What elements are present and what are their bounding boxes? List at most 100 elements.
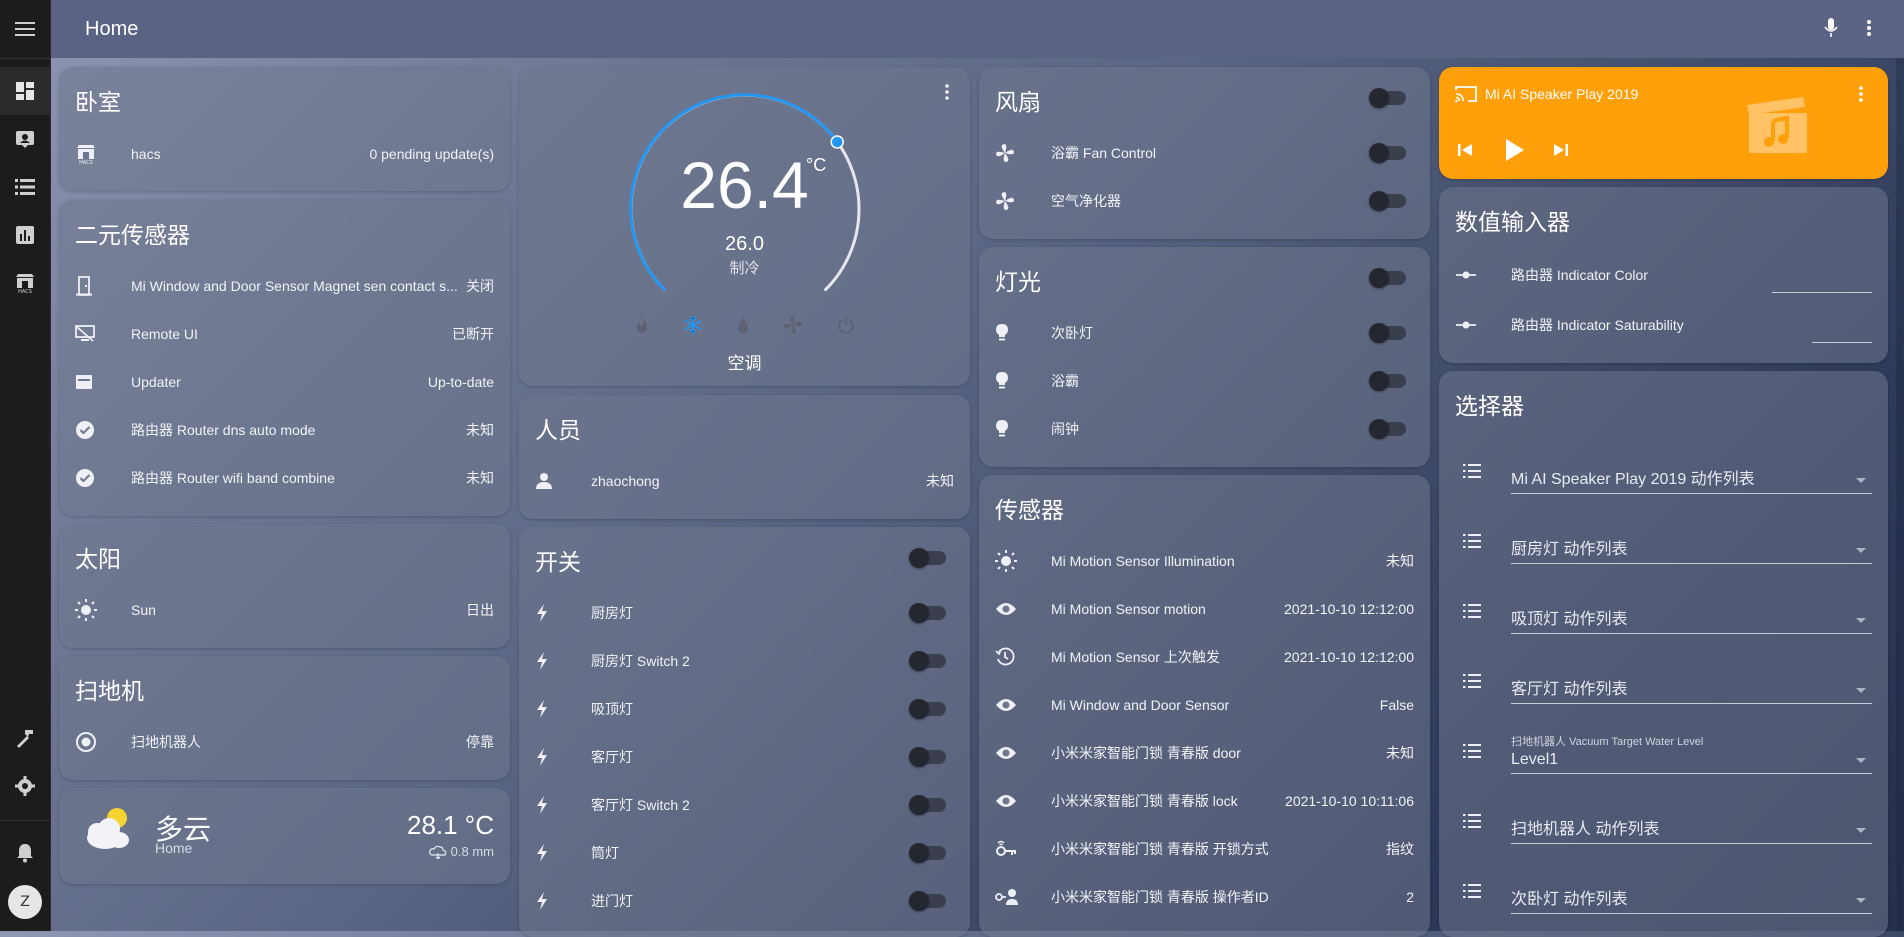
entity-row[interactable]: Updater Up-to-date	[59, 362, 510, 402]
switch-toggle[interactable]	[909, 747, 946, 767]
sidebar-item-logbook[interactable]	[0, 163, 50, 211]
fan-toggle[interactable]	[1369, 143, 1406, 163]
svg-text:HACS: HACS	[79, 160, 93, 165]
light-row[interactable]: 次卧灯	[979, 313, 1430, 353]
fan-row[interactable]: 空气净化器	[979, 181, 1430, 221]
format-list-icon	[1463, 534, 1481, 548]
select-dropdown[interactable]: 客厅灯 动作列表	[1511, 671, 1872, 704]
power-icon[interactable]	[837, 316, 855, 334]
fan-icon[interactable]	[783, 315, 803, 335]
snowflake-icon[interactable]	[683, 315, 703, 335]
entity-row[interactable]: Mi Window and Door Sensor False	[979, 685, 1430, 725]
fan-row[interactable]: 浴霸 Fan Control	[979, 133, 1430, 173]
fan-toggle[interactable]	[1369, 191, 1406, 211]
select-value: Mi AI Speaker Play 2019 动作列表	[1511, 471, 1755, 488]
entity-name: Mi Window and Door Sensor	[1051, 697, 1230, 713]
select-dropdown[interactable]: 厨房灯 动作列表	[1511, 531, 1872, 564]
avatar[interactable]: Z	[8, 885, 42, 919]
entity-row[interactable]: 小米米家智能门锁 青春版 door 未知	[979, 733, 1430, 773]
flash-icon	[537, 652, 547, 670]
sidebar-item-history[interactable]	[0, 211, 50, 259]
select-value: 客厅灯 动作列表	[1511, 681, 1628, 698]
number-input-field[interactable]	[1772, 272, 1872, 293]
select-dropdown[interactable]: 次卧灯 动作列表	[1511, 881, 1872, 914]
microphone-icon[interactable]	[1824, 18, 1838, 38]
entity-row[interactable]: Mi Motion Sensor 上次触发 2021-10-10 12:12:00	[979, 637, 1430, 677]
entity-row[interactable]: 路由器 Router wifi band combine 未知	[59, 458, 510, 498]
skip-previous-icon[interactable]	[1457, 142, 1473, 158]
number-input-field[interactable]	[1812, 322, 1872, 343]
switch-row[interactable]: 厨房灯 Switch 2	[519, 641, 970, 681]
switch-toggle[interactable]	[909, 651, 946, 671]
flash-icon	[537, 796, 547, 814]
group-toggle[interactable]	[909, 548, 946, 568]
select-dropdown[interactable]: 扫地机器人 动作列表	[1511, 811, 1872, 844]
switch-toggle[interactable]	[909, 891, 946, 911]
switch-row[interactable]: 客厅灯 Switch 2	[519, 785, 970, 825]
entity-row[interactable]: Mi Motion Sensor motion 2021-10-10 12:12:…	[979, 589, 1430, 629]
switch-toggle[interactable]	[909, 843, 946, 863]
light-toggle[interactable]	[1369, 371, 1406, 391]
card-weather[interactable]: 多云 Home 28.1 °C 0.8 mm	[59, 788, 510, 884]
entity-name: Mi Window and Door Sensor Magnet sen con…	[131, 278, 458, 294]
more-vert-icon[interactable]	[1858, 85, 1864, 103]
group-toggle[interactable]	[1369, 268, 1406, 288]
entity-value: 指纹	[1386, 841, 1414, 857]
light-toggle[interactable]	[1369, 419, 1406, 439]
more-vert-icon[interactable]	[944, 83, 950, 101]
card-lights: 灯光 次卧灯 浴霸 闹钟	[979, 247, 1430, 467]
skip-next-icon[interactable]	[1553, 142, 1569, 158]
switch-row[interactable]: 客厅灯	[519, 737, 970, 777]
entity-value: 未知	[1386, 745, 1414, 761]
switch-row[interactable]: 进门灯	[519, 881, 970, 921]
hacs-icon: HACS	[16, 274, 34, 294]
switch-toggle[interactable]	[909, 795, 946, 815]
entity-value: 日出	[466, 602, 494, 618]
scrollbar[interactable]	[1896, 58, 1904, 931]
select-value: Level1	[1511, 751, 1559, 768]
entity-row[interactable]: 小米米家智能门锁 青春版 操作者ID 2	[979, 877, 1430, 917]
card-title: 卧室	[75, 89, 121, 115]
sidebar-item-developer-tools[interactable]	[0, 714, 50, 762]
sidebar-item-hacs[interactable]: HACS	[0, 259, 50, 307]
light-row[interactable]: 浴霸	[979, 361, 1430, 401]
more-vert-icon[interactable]	[1866, 18, 1872, 38]
partly-cloudy-icon	[87, 808, 129, 849]
group-toggle[interactable]	[1369, 88, 1406, 108]
sidebar-item-overview[interactable]	[0, 67, 50, 115]
current-temperature: 26.4	[680, 148, 809, 222]
entity-row[interactable]: 扫地机器人 停靠	[59, 722, 510, 762]
entity-row[interactable]: zhaochong 未知	[519, 461, 970, 501]
switch-row[interactable]: 筒灯	[519, 833, 970, 873]
select-dropdown[interactable]: Mi AI Speaker Play 2019 动作列表	[1511, 461, 1872, 494]
sidebar-item-notifications[interactable]	[0, 829, 50, 877]
person-icon	[536, 473, 552, 489]
entity-name: 路由器 Router dns auto mode	[131, 422, 316, 438]
switch-row[interactable]: 厨房灯	[519, 593, 970, 633]
switch-toggle[interactable]	[909, 699, 946, 719]
entity-row[interactable]: Remote UI 已断开	[59, 314, 510, 354]
select-dropdown[interactable]: 扫地机器人 Vacuum Target Water Level Level1	[1511, 736, 1872, 774]
package-icon	[76, 375, 92, 389]
eye-icon	[996, 699, 1016, 711]
entity-row[interactable]: Mi Window and Door Sensor Magnet sen con…	[59, 266, 510, 306]
light-toggle[interactable]	[1369, 323, 1406, 343]
select-dropdown[interactable]: 吸顶灯 动作列表	[1511, 601, 1872, 634]
sidebar-item-settings[interactable]	[0, 762, 50, 810]
cast-icon[interactable]	[1455, 85, 1477, 103]
entity-row[interactable]: Sun 日出	[59, 590, 510, 630]
entity-row[interactable]: Mi Motion Sensor Illumination 未知	[979, 541, 1430, 581]
sidebar-item-map[interactable]	[0, 115, 50, 163]
fire-icon[interactable]	[635, 316, 649, 334]
hvac-mode-label: 制冷	[729, 260, 760, 277]
entity-row[interactable]: HACS hacs 0 pending update(s)	[59, 134, 510, 174]
play-icon[interactable]	[1503, 138, 1525, 162]
switch-toggle[interactable]	[909, 603, 946, 623]
entity-row[interactable]: 小米米家智能门锁 青春版 lock 2021-10-10 10:11:06	[979, 781, 1430, 821]
entity-row[interactable]: 路由器 Router dns auto mode 未知	[59, 410, 510, 450]
light-row[interactable]: 闹钟	[979, 409, 1430, 449]
water-drop-icon[interactable]	[737, 316, 749, 334]
switch-row[interactable]: 吸顶灯	[519, 689, 970, 729]
menu-button[interactable]	[0, 0, 50, 59]
entity-row[interactable]: 小米米家智能门锁 青春版 开锁方式 指纹	[979, 829, 1430, 869]
